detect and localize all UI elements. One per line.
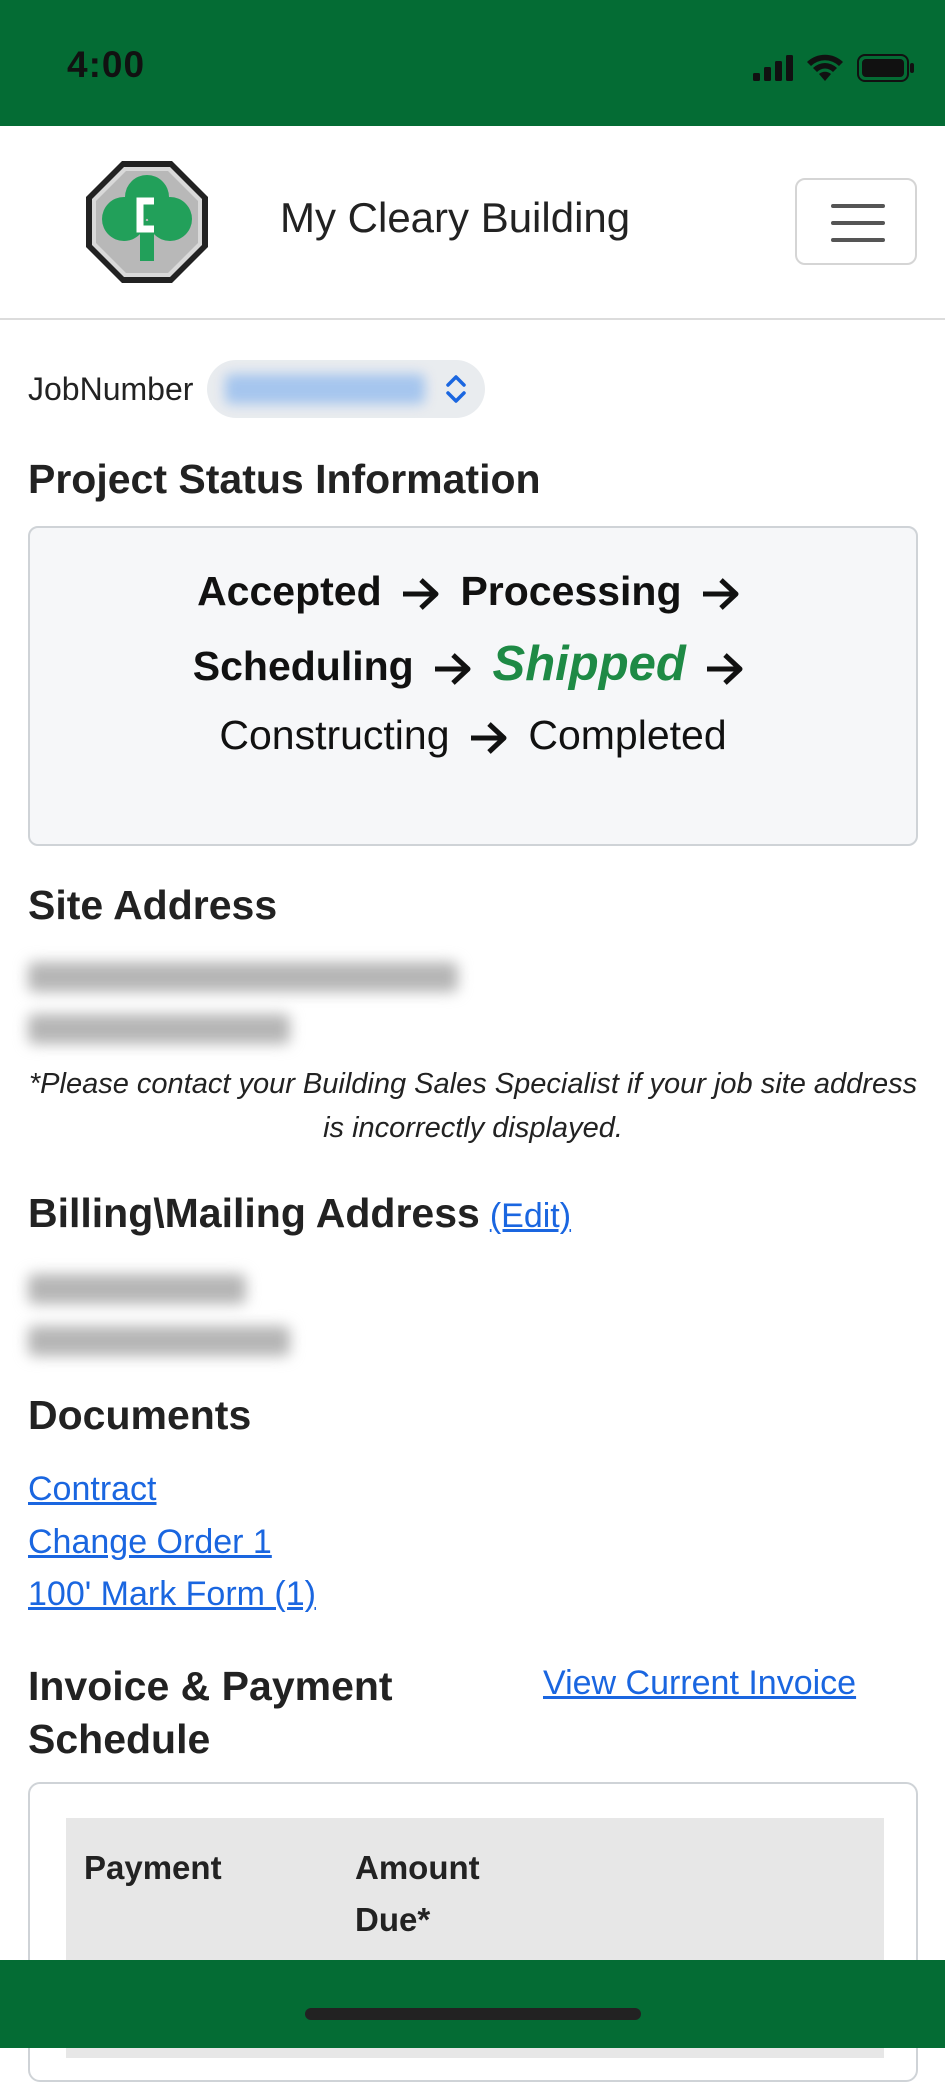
billing-address-heading: Billing\Mailing Address (Edit): [28, 1190, 571, 1237]
status-line-3: Constructing Completed: [30, 712, 916, 759]
project-status-heading: Project Status Information: [28, 456, 541, 502]
menu-toggle-button[interactable]: [795, 178, 917, 265]
signal-icon: [753, 55, 793, 81]
arrow-right-icon: [470, 722, 507, 754]
navbar: My Cleary Building: [0, 126, 945, 320]
chevron-updown-icon: [446, 375, 467, 403]
edit-billing-link[interactable]: (Edit): [490, 1197, 571, 1235]
job-number-label: JobNumber: [28, 370, 194, 407]
bottom-bar: [0, 1960, 945, 2048]
site-address-heading: Site Address: [28, 882, 278, 928]
column-header-payment: Payment: [84, 1849, 222, 1886]
job-number-select[interactable]: [207, 360, 486, 418]
arrow-right-icon: [403, 578, 439, 610]
arrow-right-icon: [707, 653, 743, 685]
billing-address-title: Billing\Mailing Address: [28, 1190, 480, 1236]
invoice-heading: Invoice & Payment Schedule: [28, 1663, 393, 1762]
job-number-value: [225, 374, 426, 404]
hamburger-icon: [831, 204, 885, 208]
document-link-contract[interactable]: Contract: [28, 1470, 157, 1509]
status-line-2: Scheduling Shipped: [30, 636, 916, 692]
billing-address-line-2: [28, 1326, 290, 1356]
home-indicator[interactable]: [305, 2008, 641, 2020]
documents-heading: Documents: [28, 1392, 252, 1438]
site-address-line-1: [28, 962, 458, 992]
billing-address-line-1: [28, 1274, 246, 1304]
cleary-logo-icon[interactable]: [84, 159, 210, 285]
status-time: 4:00: [67, 44, 146, 85]
job-number-row: JobNumber: [28, 360, 486, 418]
view-current-invoice-link[interactable]: View Current Invoice: [543, 1664, 856, 1703]
site-address-line-2: [28, 1014, 290, 1044]
arrow-right-icon: [435, 653, 471, 685]
step-constructing: Constructing: [219, 712, 450, 758]
document-link-change-order[interactable]: Change Order 1: [28, 1523, 272, 1562]
column-header-amount-due: Amount Due*: [355, 1849, 480, 1938]
brand-title[interactable]: My Cleary Building: [280, 194, 630, 242]
status-line-1: Accepted Processing: [30, 568, 916, 615]
step-completed: Completed: [528, 712, 727, 758]
project-status-box: Accepted Processing Scheduling Shipped C…: [28, 526, 918, 846]
wifi-icon: [807, 54, 843, 81]
document-link-mark-form[interactable]: 100' Mark Form (1): [28, 1575, 316, 1614]
arrow-right-icon: [702, 578, 739, 610]
step-scheduling: Scheduling: [192, 643, 414, 689]
step-processing: Processing: [460, 568, 682, 614]
battery-icon: [857, 54, 914, 82]
site-address-note: *Please contact your Building Sales Spec…: [28, 1068, 918, 1144]
step-shipped-current: Shipped: [492, 637, 686, 691]
step-accepted: Accepted: [197, 568, 382, 614]
status-icons: [753, 52, 915, 84]
status-bar: 4:00: [0, 0, 945, 126]
